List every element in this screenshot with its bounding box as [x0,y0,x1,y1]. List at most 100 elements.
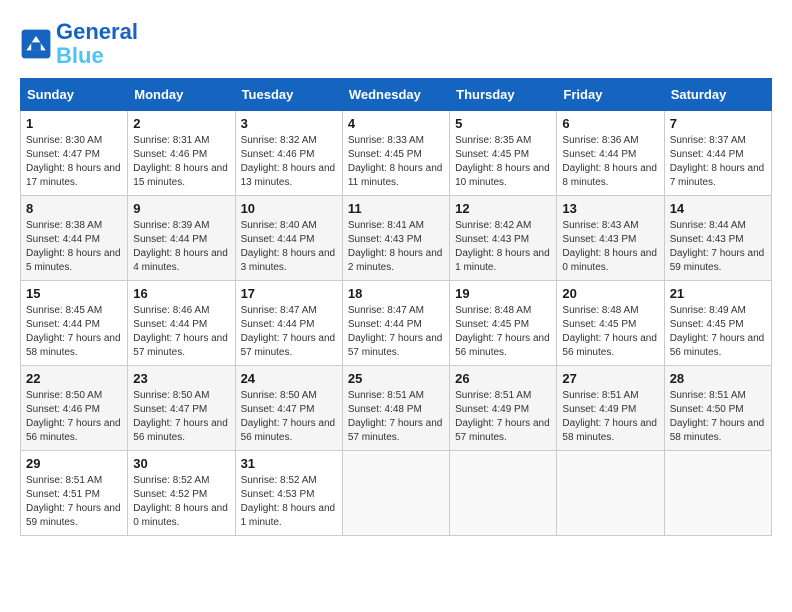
calendar-day-cell: 14 Sunrise: 8:44 AM Sunset: 4:43 PM Dayl… [664,196,771,281]
day-info: Sunrise: 8:49 AM Sunset: 4:45 PM Dayligh… [670,304,766,360]
day-number: 19 [455,286,551,301]
day-info: Sunrise: 8:52 AM Sunset: 4:52 PM Dayligh… [133,474,229,530]
day-number: 4 [348,116,444,131]
day-info: Sunrise: 8:48 AM Sunset: 4:45 PM Dayligh… [562,304,658,360]
weekday-header-cell: Friday [557,79,664,111]
calendar-day-cell: 28 Sunrise: 8:51 AM Sunset: 4:50 PM Dayl… [664,366,771,451]
day-info: Sunrise: 8:36 AM Sunset: 4:44 PM Dayligh… [562,134,658,190]
day-info: Sunrise: 8:51 AM Sunset: 4:49 PM Dayligh… [562,389,658,445]
day-number: 31 [241,456,337,471]
day-info: Sunrise: 8:38 AM Sunset: 4:44 PM Dayligh… [26,219,122,275]
day-number: 8 [26,201,122,216]
day-number: 11 [348,201,444,216]
day-number: 14 [670,201,766,216]
weekday-header-cell: Tuesday [235,79,342,111]
day-number: 7 [670,116,766,131]
day-info: Sunrise: 8:51 AM Sunset: 4:50 PM Dayligh… [670,389,766,445]
calendar-day-cell: 24 Sunrise: 8:50 AM Sunset: 4:47 PM Dayl… [235,366,342,451]
calendar-week-row: 29 Sunrise: 8:51 AM Sunset: 4:51 PM Dayl… [21,451,772,536]
day-number: 3 [241,116,337,131]
weekday-header-row: SundayMondayTuesdayWednesdayThursdayFrid… [21,79,772,111]
calendar-day-cell: 1 Sunrise: 8:30 AM Sunset: 4:47 PM Dayli… [21,111,128,196]
day-number: 17 [241,286,337,301]
calendar-day-cell: 29 Sunrise: 8:51 AM Sunset: 4:51 PM Dayl… [21,451,128,536]
day-number: 15 [26,286,122,301]
calendar-day-cell: 7 Sunrise: 8:37 AM Sunset: 4:44 PM Dayli… [664,111,771,196]
day-number: 30 [133,456,229,471]
calendar-day-cell: 6 Sunrise: 8:36 AM Sunset: 4:44 PM Dayli… [557,111,664,196]
day-info: Sunrise: 8:48 AM Sunset: 4:45 PM Dayligh… [455,304,551,360]
day-number: 10 [241,201,337,216]
calendar-day-cell: 21 Sunrise: 8:49 AM Sunset: 4:45 PM Dayl… [664,281,771,366]
calendar-day-cell: 2 Sunrise: 8:31 AM Sunset: 4:46 PM Dayli… [128,111,235,196]
day-number: 22 [26,371,122,386]
day-info: Sunrise: 8:50 AM Sunset: 4:47 PM Dayligh… [241,389,337,445]
calendar-day-cell: 18 Sunrise: 8:47 AM Sunset: 4:44 PM Dayl… [342,281,449,366]
calendar-day-cell: 25 Sunrise: 8:51 AM Sunset: 4:48 PM Dayl… [342,366,449,451]
day-number: 21 [670,286,766,301]
calendar-day-cell: 19 Sunrise: 8:48 AM Sunset: 4:45 PM Dayl… [450,281,557,366]
day-info: Sunrise: 8:39 AM Sunset: 4:44 PM Dayligh… [133,219,229,275]
calendar-day-cell [450,451,557,536]
day-number: 12 [455,201,551,216]
calendar-week-row: 8 Sunrise: 8:38 AM Sunset: 4:44 PM Dayli… [21,196,772,281]
day-number: 23 [133,371,229,386]
day-info: Sunrise: 8:50 AM Sunset: 4:46 PM Dayligh… [26,389,122,445]
day-number: 27 [562,371,658,386]
calendar-day-cell: 22 Sunrise: 8:50 AM Sunset: 4:46 PM Dayl… [21,366,128,451]
calendar-day-cell: 20 Sunrise: 8:48 AM Sunset: 4:45 PM Dayl… [557,281,664,366]
calendar-day-cell: 17 Sunrise: 8:47 AM Sunset: 4:44 PM Dayl… [235,281,342,366]
calendar-day-cell [557,451,664,536]
day-info: Sunrise: 8:44 AM Sunset: 4:43 PM Dayligh… [670,219,766,275]
day-number: 5 [455,116,551,131]
calendar-day-cell: 9 Sunrise: 8:39 AM Sunset: 4:44 PM Dayli… [128,196,235,281]
day-info: Sunrise: 8:31 AM Sunset: 4:46 PM Dayligh… [133,134,229,190]
day-info: Sunrise: 8:51 AM Sunset: 4:51 PM Dayligh… [26,474,122,530]
day-number: 26 [455,371,551,386]
day-info: Sunrise: 8:42 AM Sunset: 4:43 PM Dayligh… [455,219,551,275]
weekday-header-cell: Thursday [450,79,557,111]
day-info: Sunrise: 8:46 AM Sunset: 4:44 PM Dayligh… [133,304,229,360]
logo-icon [20,28,52,60]
calendar-body: 1 Sunrise: 8:30 AM Sunset: 4:47 PM Dayli… [21,111,772,536]
day-info: Sunrise: 8:45 AM Sunset: 4:44 PM Dayligh… [26,304,122,360]
weekday-header-cell: Wednesday [342,79,449,111]
calendar-day-cell [664,451,771,536]
logo-text: General Blue [56,20,138,68]
day-info: Sunrise: 8:40 AM Sunset: 4:44 PM Dayligh… [241,219,337,275]
calendar-week-row: 22 Sunrise: 8:50 AM Sunset: 4:46 PM Dayl… [21,366,772,451]
weekday-header-cell: Sunday [21,79,128,111]
calendar-day-cell: 27 Sunrise: 8:51 AM Sunset: 4:49 PM Dayl… [557,366,664,451]
day-info: Sunrise: 8:52 AM Sunset: 4:53 PM Dayligh… [241,474,337,530]
day-number: 24 [241,371,337,386]
day-number: 1 [26,116,122,131]
day-info: Sunrise: 8:47 AM Sunset: 4:44 PM Dayligh… [348,304,444,360]
day-number: 25 [348,371,444,386]
calendar-day-cell: 26 Sunrise: 8:51 AM Sunset: 4:49 PM Dayl… [450,366,557,451]
calendar-week-row: 15 Sunrise: 8:45 AM Sunset: 4:44 PM Dayl… [21,281,772,366]
calendar-table: SundayMondayTuesdayWednesdayThursdayFrid… [20,78,772,536]
day-info: Sunrise: 8:51 AM Sunset: 4:48 PM Dayligh… [348,389,444,445]
day-number: 6 [562,116,658,131]
day-number: 16 [133,286,229,301]
weekday-header-cell: Monday [128,79,235,111]
calendar-day-cell: 13 Sunrise: 8:43 AM Sunset: 4:43 PM Dayl… [557,196,664,281]
day-number: 2 [133,116,229,131]
day-number: 18 [348,286,444,301]
day-number: 9 [133,201,229,216]
calendar-day-cell [342,451,449,536]
calendar-day-cell: 5 Sunrise: 8:35 AM Sunset: 4:45 PM Dayli… [450,111,557,196]
logo: General Blue [20,20,138,68]
day-info: Sunrise: 8:50 AM Sunset: 4:47 PM Dayligh… [133,389,229,445]
day-info: Sunrise: 8:41 AM Sunset: 4:43 PM Dayligh… [348,219,444,275]
day-info: Sunrise: 8:37 AM Sunset: 4:44 PM Dayligh… [670,134,766,190]
calendar-day-cell: 4 Sunrise: 8:33 AM Sunset: 4:45 PM Dayli… [342,111,449,196]
day-number: 28 [670,371,766,386]
day-info: Sunrise: 8:43 AM Sunset: 4:43 PM Dayligh… [562,219,658,275]
page-header: General Blue [20,20,772,68]
weekday-header-cell: Saturday [664,79,771,111]
day-info: Sunrise: 8:51 AM Sunset: 4:49 PM Dayligh… [455,389,551,445]
day-number: 29 [26,456,122,471]
calendar-day-cell: 12 Sunrise: 8:42 AM Sunset: 4:43 PM Dayl… [450,196,557,281]
calendar-day-cell: 3 Sunrise: 8:32 AM Sunset: 4:46 PM Dayli… [235,111,342,196]
